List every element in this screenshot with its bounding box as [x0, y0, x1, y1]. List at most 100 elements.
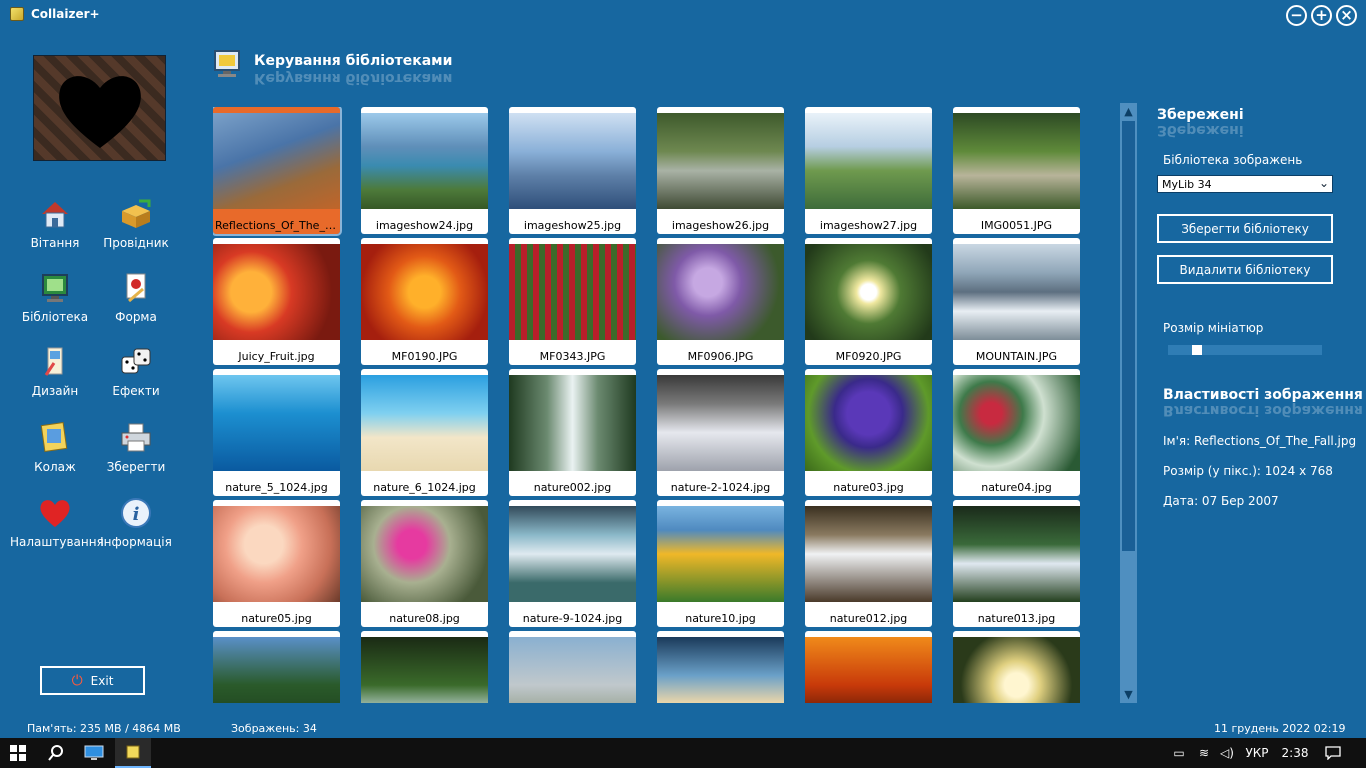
- nav-library[interactable]: Бібліотека: [10, 270, 100, 324]
- nav-form[interactable]: Форма: [91, 270, 181, 324]
- image-tile[interactable]: [361, 631, 488, 703]
- image-tile[interactable]: [805, 631, 932, 703]
- thumb-size-slider[interactable]: [1168, 345, 1322, 355]
- image-thumbnail: [657, 113, 784, 209]
- image-thumbnail: [805, 506, 932, 602]
- image-thumbnail: [361, 113, 488, 209]
- image-thumbnail: [509, 506, 636, 602]
- chevron-down-icon: ▼: [1124, 688, 1133, 701]
- minimize-button[interactable]: −: [1286, 5, 1307, 26]
- image-tile[interactable]: nature_5_1024.jpg: [213, 369, 340, 496]
- nav-explorer-label: Провідник: [103, 236, 169, 250]
- image-tile[interactable]: nature002.jpg: [509, 369, 636, 496]
- scrollbar-thumb[interactable]: [1122, 121, 1135, 551]
- image-caption: nature_6_1024.jpg: [373, 481, 476, 494]
- image-caption: IMG0051.JPG: [980, 219, 1053, 232]
- image-thumbnail: [213, 113, 340, 209]
- nav-save[interactable]: Зберегти: [91, 420, 181, 474]
- nav-collage[interactable]: Колаж: [10, 420, 100, 474]
- image-thumbnail: [805, 244, 932, 340]
- power-icon: ⏻: [71, 672, 83, 689]
- nav-settings[interactable]: Налаштування: [10, 495, 104, 549]
- library-monitor-icon: [37, 270, 73, 306]
- nav-explorer[interactable]: Провідник: [91, 196, 181, 250]
- nav-welcome-label: Вітання: [30, 236, 80, 250]
- os-taskbar: ▭ ≋ ◁) УКР 2:38: [0, 738, 1366, 768]
- thumb-size-slider-knob[interactable]: [1192, 345, 1202, 355]
- image-tile[interactable]: Reflections_Of_The_F...: [213, 107, 342, 236]
- image-thumbnail: [657, 244, 784, 340]
- library-select[interactable]: MyLib 34 ⌄: [1157, 175, 1333, 193]
- image-properties-heading: Властивості зображення: [1163, 387, 1363, 403]
- image-caption: imageshow27.jpg: [819, 219, 918, 232]
- start-button[interactable]: [0, 738, 36, 768]
- image-thumbnail: [657, 506, 784, 602]
- image-tile[interactable]: Juicy_Fruit.jpg: [213, 238, 340, 365]
- image-caption: MF0190.JPG: [391, 350, 458, 363]
- image-tile[interactable]: nature012.jpg: [805, 500, 932, 627]
- exit-button[interactable]: ⏻ Exit: [40, 666, 145, 695]
- image-tile[interactable]: MOUNTAIN.JPG: [953, 238, 1080, 365]
- grid-scrollbar[interactable]: ▲ ▼: [1120, 103, 1137, 703]
- nav-save-label: Зберегти: [106, 460, 166, 474]
- image-grid: Reflections_Of_The_F... imageshow24.jpg im…: [213, 107, 1093, 703]
- language-indicator[interactable]: УКР: [1242, 738, 1272, 768]
- image-tile[interactable]: MF0906.JPG: [657, 238, 784, 365]
- image-properties-heading-reflection: Властивості зображення: [1163, 402, 1363, 418]
- scroll-down-button[interactable]: ▼: [1120, 686, 1137, 703]
- taskbar-clock[interactable]: 2:38: [1278, 738, 1312, 768]
- image-tile[interactable]: [953, 631, 1080, 703]
- image-thumbnail: [361, 375, 488, 471]
- property-date: Дата: 07 Бер 2007: [1163, 494, 1279, 508]
- image-tile[interactable]: nature-2-1024.jpg: [657, 369, 784, 496]
- property-size: Розмір (у пікс.): 1024 x 768: [1163, 464, 1333, 478]
- battery-icon[interactable]: ▭: [1168, 738, 1190, 768]
- image-tile[interactable]: imageshow26.jpg: [657, 107, 784, 234]
- image-tile[interactable]: IMG0051.JPG: [953, 107, 1080, 234]
- nav-effects[interactable]: Ефекти: [91, 344, 181, 398]
- library-header-icon: [213, 49, 241, 79]
- image-tile[interactable]: [657, 631, 784, 703]
- volume-icon[interactable]: ◁): [1216, 738, 1238, 768]
- image-thumbnail: [361, 506, 488, 602]
- taskbar-collaizer-app[interactable]: [115, 738, 151, 768]
- image-tile[interactable]: MF0190.JPG: [361, 238, 488, 365]
- image-tile[interactable]: imageshow25.jpg: [509, 107, 636, 234]
- image-tile[interactable]: MF0343.JPG: [509, 238, 636, 365]
- nav-settings-label: Налаштування: [10, 535, 104, 549]
- nav-form-label: Форма: [115, 310, 157, 324]
- explorer-box-icon: [118, 196, 154, 232]
- nav-info[interactable]: i Інформація: [91, 495, 181, 549]
- image-tile[interactable]: nature10.jpg: [657, 500, 784, 627]
- notifications-icon[interactable]: [1320, 738, 1346, 768]
- delete-library-button[interactable]: Видалити бібліотеку: [1157, 255, 1333, 284]
- image-caption: nature10.jpg: [685, 612, 756, 625]
- image-tile[interactable]: nature04.jpg: [953, 369, 1080, 496]
- image-tile[interactable]: imageshow24.jpg: [361, 107, 488, 234]
- image-thumbnail: [953, 244, 1080, 340]
- image-tile[interactable]: nature_6_1024.jpg: [361, 369, 488, 496]
- image-tile[interactable]: MF0920.JPG: [805, 238, 932, 365]
- close-icon: ×: [1340, 6, 1353, 24]
- save-library-button[interactable]: Зберегти бібліотеку: [1157, 214, 1333, 243]
- search-button[interactable]: [40, 738, 72, 768]
- page-title: Керування бібліотеками: [254, 53, 453, 69]
- image-tile[interactable]: nature-9-1024.jpg: [509, 500, 636, 627]
- image-tile[interactable]: [213, 631, 340, 703]
- image-tile[interactable]: nature05.jpg: [213, 500, 340, 627]
- image-tile[interactable]: nature08.jpg: [361, 500, 488, 627]
- maximize-button[interactable]: +: [1311, 5, 1332, 26]
- image-tile[interactable]: nature013.jpg: [953, 500, 1080, 627]
- wifi-icon[interactable]: ≋: [1194, 738, 1214, 768]
- image-tile[interactable]: imageshow27.jpg: [805, 107, 932, 234]
- image-caption: Reflections_Of_The_F...: [215, 219, 340, 232]
- close-button[interactable]: ×: [1336, 5, 1357, 26]
- scroll-up-button[interactable]: ▲: [1120, 103, 1137, 120]
- nav-design[interactable]: Дизайн: [10, 344, 100, 398]
- image-tile[interactable]: nature03.jpg: [805, 369, 932, 496]
- nav-welcome[interactable]: Вітання: [10, 196, 100, 250]
- nav-library-label: Бібліотека: [21, 310, 89, 324]
- image-tile[interactable]: [509, 631, 636, 703]
- taskbar-desktop-app[interactable]: [78, 738, 110, 768]
- thumb-size-label: Розмір мініатюр: [1163, 321, 1264, 335]
